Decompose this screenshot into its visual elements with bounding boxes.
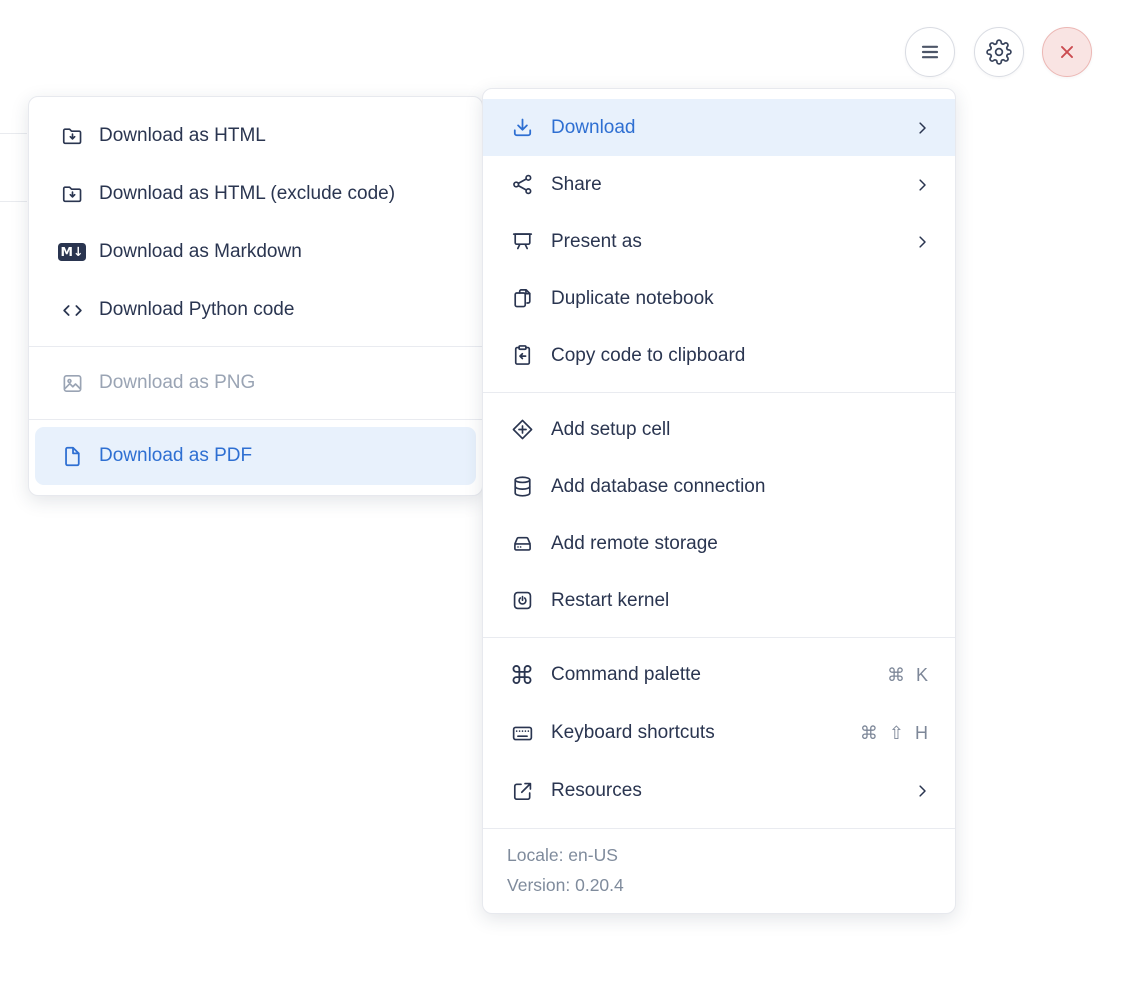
- hamburger-menu-button[interactable]: [905, 27, 955, 77]
- menu-item-download-as-markdown[interactable]: M↓ Download as Markdown: [29, 223, 482, 281]
- background-panel-edge: [0, 133, 27, 134]
- menu-item-label: Add remote storage: [551, 532, 718, 554]
- folder-download-icon: [59, 181, 85, 207]
- menu-item-label: Copy code to clipboard: [551, 344, 746, 366]
- power-icon: [509, 588, 535, 614]
- menu-item-label: Download as HTML (exclude code): [99, 183, 396, 204]
- shortcut-label: ⌘ ⇧ H: [859, 722, 931, 743]
- menu-divider: [29, 346, 482, 347]
- download-submenu: Download as HTML Download as HTML (exclu…: [28, 96, 483, 496]
- menu-item-label: Resources: [551, 780, 642, 801]
- background-panel-edge: [0, 201, 27, 202]
- command-icon: ⌘: [509, 660, 535, 690]
- settings-button[interactable]: [974, 27, 1024, 77]
- chevron-right-icon: [913, 176, 931, 194]
- menu-item-download-as-html[interactable]: Download as HTML: [29, 107, 482, 165]
- storage-drive-icon: [509, 531, 535, 557]
- external-link-icon: [509, 778, 535, 804]
- image-icon: [59, 370, 85, 396]
- menu-item-download-python-code[interactable]: Download Python code: [29, 281, 482, 339]
- menu-divider: [483, 637, 955, 638]
- menu-item-label: Download as PNG: [99, 372, 256, 393]
- presentation-icon: [509, 229, 535, 255]
- menu-item-label: Duplicate notebook: [551, 287, 714, 309]
- menu-footer: Locale: en-US Version: 0.20.4: [483, 828, 955, 913]
- chevron-right-icon: [913, 782, 931, 800]
- menu-item-resources[interactable]: Resources: [483, 762, 955, 820]
- chevron-right-icon: [913, 233, 931, 251]
- database-icon: [509, 474, 535, 500]
- file-icon: [59, 443, 85, 469]
- menu-item-command-palette[interactable]: ⌘ Command palette ⌘ K: [483, 646, 955, 704]
- menu-item-label: Restart kernel: [551, 589, 670, 611]
- keyboard-icon: [509, 720, 535, 746]
- menu-item-duplicate-notebook[interactable]: Duplicate notebook: [483, 270, 955, 327]
- menu-item-label: Add setup cell: [551, 418, 671, 440]
- menu-item-download-as-pdf[interactable]: Download as PDF: [35, 427, 476, 485]
- menu-item-add-remote-storage[interactable]: Add remote storage: [483, 515, 955, 572]
- menu-divider: [483, 392, 955, 393]
- clipboard-copy-icon: [509, 343, 535, 369]
- locale-text: Locale: en-US: [507, 845, 618, 865]
- menu-item-label: Download Python code: [99, 299, 295, 320]
- version-text: Version: 0.20.4: [507, 875, 624, 895]
- menu-item-copy-code-to-clipboard[interactable]: Copy code to clipboard: [483, 327, 955, 384]
- notebook-menu: Download Share Present as Duplicate note…: [482, 88, 956, 914]
- menu-item-label: Download as Markdown: [99, 241, 302, 262]
- markdown-icon: M↓: [57, 239, 87, 265]
- close-button[interactable]: [1042, 27, 1092, 77]
- menu-item-add-setup-cell[interactable]: Add setup cell: [483, 401, 955, 458]
- menu-item-label: Add database connection: [551, 475, 766, 497]
- chevron-right-icon: [913, 119, 931, 137]
- menu-item-label: Download as PDF: [99, 445, 253, 466]
- menu-item-present-as[interactable]: Present as: [483, 213, 955, 270]
- menu-item-label: Download: [551, 116, 636, 138]
- share-icon: [509, 172, 535, 198]
- menu-item-add-database-connection[interactable]: Add database connection: [483, 458, 955, 515]
- menu-item-label: Keyboard shortcuts: [551, 722, 715, 743]
- duplicate-icon: [509, 286, 535, 312]
- menu-item-share[interactable]: Share: [483, 156, 955, 213]
- menu-item-label: Present as: [551, 230, 642, 252]
- menu-item-label: Download as HTML: [99, 125, 266, 146]
- code-icon: [59, 297, 85, 323]
- folder-download-icon: [59, 123, 85, 149]
- menu-item-download-as-png: Download as PNG: [29, 354, 482, 412]
- menu-item-label: Share: [551, 173, 602, 195]
- menu-item-download[interactable]: Download: [483, 99, 955, 156]
- menu-item-restart-kernel[interactable]: Restart kernel: [483, 572, 955, 629]
- menu-item-download-as-html-exclude-code[interactable]: Download as HTML (exclude code): [29, 165, 482, 223]
- menu-item-label: Command palette: [551, 664, 701, 685]
- gear-icon: [986, 39, 1012, 65]
- close-icon: [1056, 41, 1078, 63]
- hamburger-icon: [918, 40, 942, 64]
- menu-divider: [29, 419, 482, 420]
- menu-item-keyboard-shortcuts[interactable]: Keyboard shortcuts ⌘ ⇧ H: [483, 704, 955, 762]
- diamond-plus-icon: [509, 417, 535, 443]
- shortcut-label: ⌘ K: [886, 664, 931, 685]
- download-icon: [509, 115, 535, 141]
